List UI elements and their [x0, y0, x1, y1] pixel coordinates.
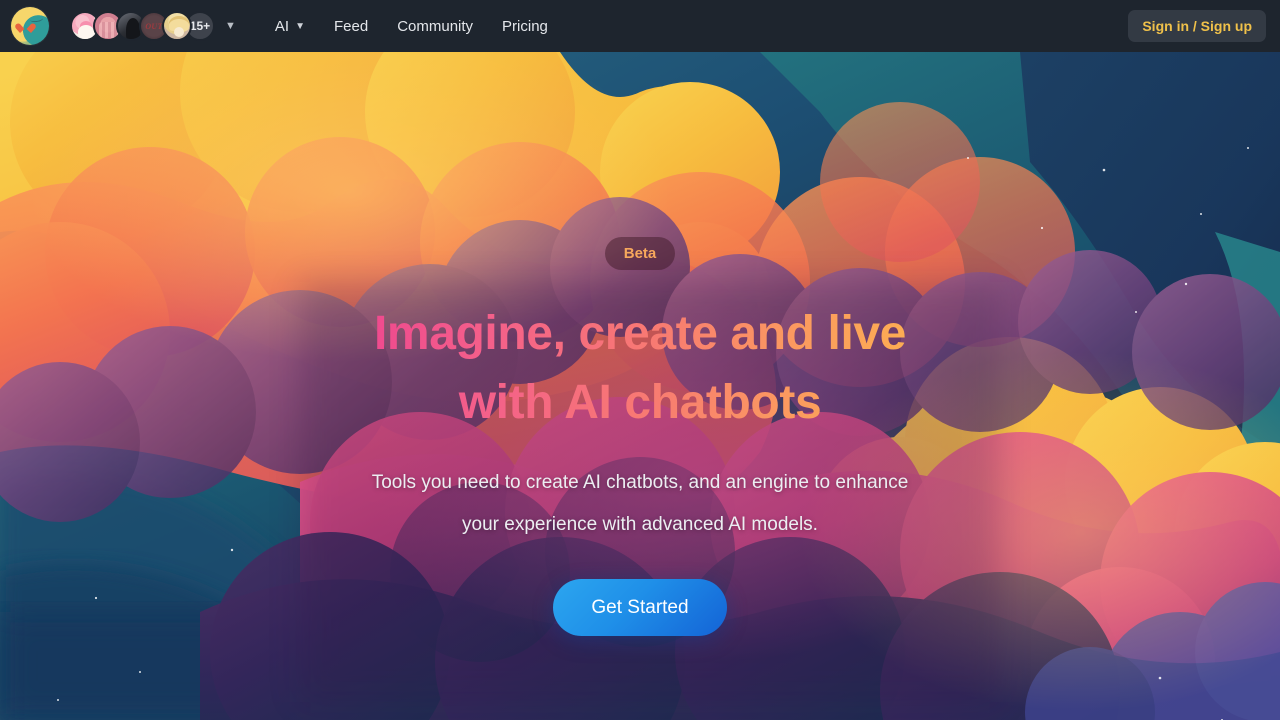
site-logo-icon[interactable]: [11, 7, 49, 45]
chevron-down-icon: ▼: [295, 20, 305, 32]
get-started-button[interactable]: Get Started: [553, 578, 727, 636]
nav-item-ai[interactable]: AI ▼: [275, 18, 305, 35]
chevron-down-icon[interactable]: ▼: [225, 20, 236, 32]
subtitle-line-1: Tools you need to create AI chatbots, an…: [371, 472, 909, 494]
headline-line-2: with AI chatbots: [458, 376, 822, 430]
hero-content: Beta Imagine, create and live with AI ch…: [0, 52, 1280, 720]
sign-in-sign-up-button[interactable]: Sign in / Sign up: [1128, 10, 1266, 42]
nav-links: AI ▼ Feed Community Pricing: [275, 18, 548, 35]
logo-swirl-icon: [29, 15, 44, 23]
avatar-stack[interactable]: OUT 15+ ▼: [70, 11, 236, 41]
subtitle-line-2: your experience with advanced AI models.: [462, 514, 818, 536]
headline-line-1: Imagine, create and live: [374, 307, 906, 360]
avatar-blonde-character[interactable]: [162, 11, 192, 41]
top-navigation-bar: OUT 15+ ▼ AI ▼ Feed Community Pricing Si…: [0, 0, 1280, 52]
nav-item-pricing[interactable]: Pricing: [502, 18, 548, 35]
hero-subtitle: Tools you need to create AI chatbots, an…: [372, 462, 909, 546]
nav-item-ai-label: AI: [274, 17, 290, 35]
nav-item-feed[interactable]: Feed: [334, 18, 368, 35]
nav-item-community[interactable]: Community: [397, 18, 473, 35]
logo-heart-icon: [20, 24, 31, 34]
page-title: Imagine, create and live with AI chatbot…: [374, 299, 906, 437]
beta-badge: Beta: [604, 237, 676, 270]
hero-section: Beta Imagine, create and live with AI ch…: [0, 52, 1280, 720]
